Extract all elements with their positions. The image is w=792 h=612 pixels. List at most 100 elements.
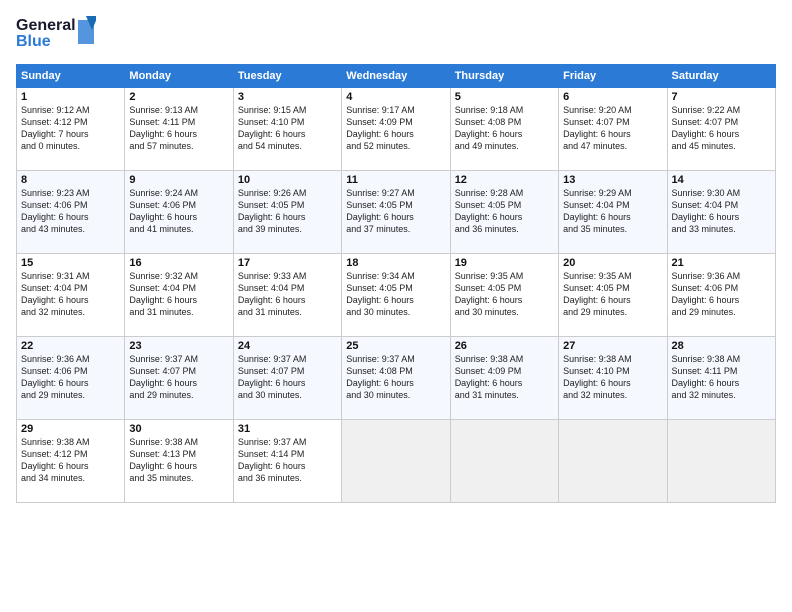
day-info: Sunrise: 9:17 AM Sunset: 4:09 PM Dayligh… (346, 104, 445, 153)
calendar-cell: 19Sunrise: 9:35 AM Sunset: 4:05 PM Dayli… (450, 254, 558, 337)
calendar-cell: 22Sunrise: 9:36 AM Sunset: 4:06 PM Dayli… (17, 337, 125, 420)
calendar-table: SundayMondayTuesdayWednesdayThursdayFrid… (16, 64, 776, 503)
day-number: 24 (238, 340, 337, 352)
calendar-cell: 30Sunrise: 9:38 AM Sunset: 4:13 PM Dayli… (125, 420, 233, 503)
day-number: 12 (455, 174, 554, 186)
calendar-cell (342, 420, 450, 503)
calendar-cell: 7Sunrise: 9:22 AM Sunset: 4:07 PM Daylig… (667, 88, 775, 171)
day-info: Sunrise: 9:38 AM Sunset: 4:10 PM Dayligh… (563, 353, 662, 402)
day-number: 31 (238, 423, 337, 435)
calendar-cell (559, 420, 667, 503)
day-number: 21 (672, 257, 771, 269)
day-info: Sunrise: 9:29 AM Sunset: 4:04 PM Dayligh… (563, 187, 662, 236)
day-info: Sunrise: 9:38 AM Sunset: 4:12 PM Dayligh… (21, 436, 120, 485)
weekday-header: Tuesday (233, 65, 341, 88)
day-number: 14 (672, 174, 771, 186)
day-info: Sunrise: 9:20 AM Sunset: 4:07 PM Dayligh… (563, 104, 662, 153)
day-number: 20 (563, 257, 662, 269)
weekday-header: Monday (125, 65, 233, 88)
day-number: 29 (21, 423, 120, 435)
calendar-cell: 11Sunrise: 9:27 AM Sunset: 4:05 PM Dayli… (342, 171, 450, 254)
weekday-header: Wednesday (342, 65, 450, 88)
day-info: Sunrise: 9:15 AM Sunset: 4:10 PM Dayligh… (238, 104, 337, 153)
logo: General Blue (16, 12, 96, 56)
calendar-cell: 5Sunrise: 9:18 AM Sunset: 4:08 PM Daylig… (450, 88, 558, 171)
calendar-cell: 16Sunrise: 9:32 AM Sunset: 4:04 PM Dayli… (125, 254, 233, 337)
day-info: Sunrise: 9:37 AM Sunset: 4:07 PM Dayligh… (238, 353, 337, 402)
weekday-header: Saturday (667, 65, 775, 88)
day-number: 28 (672, 340, 771, 352)
day-number: 26 (455, 340, 554, 352)
calendar-cell: 10Sunrise: 9:26 AM Sunset: 4:05 PM Dayli… (233, 171, 341, 254)
day-number: 23 (129, 340, 228, 352)
day-number: 9 (129, 174, 228, 186)
svg-text:Blue: Blue (16, 33, 51, 50)
calendar-cell: 28Sunrise: 9:38 AM Sunset: 4:11 PM Dayli… (667, 337, 775, 420)
calendar-cell: 3Sunrise: 9:15 AM Sunset: 4:10 PM Daylig… (233, 88, 341, 171)
day-number: 27 (563, 340, 662, 352)
day-info: Sunrise: 9:37 AM Sunset: 4:07 PM Dayligh… (129, 353, 228, 402)
calendar-cell: 24Sunrise: 9:37 AM Sunset: 4:07 PM Dayli… (233, 337, 341, 420)
calendar-cell: 4Sunrise: 9:17 AM Sunset: 4:09 PM Daylig… (342, 88, 450, 171)
day-info: Sunrise: 9:32 AM Sunset: 4:04 PM Dayligh… (129, 270, 228, 319)
day-info: Sunrise: 9:38 AM Sunset: 4:11 PM Dayligh… (672, 353, 771, 402)
day-number: 6 (563, 91, 662, 103)
day-info: Sunrise: 9:27 AM Sunset: 4:05 PM Dayligh… (346, 187, 445, 236)
day-number: 4 (346, 91, 445, 103)
day-info: Sunrise: 9:26 AM Sunset: 4:05 PM Dayligh… (238, 187, 337, 236)
day-info: Sunrise: 9:37 AM Sunset: 4:14 PM Dayligh… (238, 436, 337, 485)
calendar-cell: 9Sunrise: 9:24 AM Sunset: 4:06 PM Daylig… (125, 171, 233, 254)
day-number: 10 (238, 174, 337, 186)
day-number: 17 (238, 257, 337, 269)
calendar-cell: 14Sunrise: 9:30 AM Sunset: 4:04 PM Dayli… (667, 171, 775, 254)
calendar-cell: 18Sunrise: 9:34 AM Sunset: 4:05 PM Dayli… (342, 254, 450, 337)
calendar-cell: 26Sunrise: 9:38 AM Sunset: 4:09 PM Dayli… (450, 337, 558, 420)
day-info: Sunrise: 9:33 AM Sunset: 4:04 PM Dayligh… (238, 270, 337, 319)
day-number: 15 (21, 257, 120, 269)
weekday-header: Thursday (450, 65, 558, 88)
day-info: Sunrise: 9:22 AM Sunset: 4:07 PM Dayligh… (672, 104, 771, 153)
weekday-header: Friday (559, 65, 667, 88)
day-info: Sunrise: 9:38 AM Sunset: 4:09 PM Dayligh… (455, 353, 554, 402)
calendar-cell: 1Sunrise: 9:12 AM Sunset: 4:12 PM Daylig… (17, 88, 125, 171)
day-number: 8 (21, 174, 120, 186)
day-info: Sunrise: 9:35 AM Sunset: 4:05 PM Dayligh… (455, 270, 554, 319)
calendar-cell: 20Sunrise: 9:35 AM Sunset: 4:05 PM Dayli… (559, 254, 667, 337)
calendar-cell: 31Sunrise: 9:37 AM Sunset: 4:14 PM Dayli… (233, 420, 341, 503)
day-info: Sunrise: 9:35 AM Sunset: 4:05 PM Dayligh… (563, 270, 662, 319)
day-info: Sunrise: 9:18 AM Sunset: 4:08 PM Dayligh… (455, 104, 554, 153)
calendar-cell: 27Sunrise: 9:38 AM Sunset: 4:10 PM Dayli… (559, 337, 667, 420)
weekday-header: Sunday (17, 65, 125, 88)
day-number: 13 (563, 174, 662, 186)
day-info: Sunrise: 9:24 AM Sunset: 4:06 PM Dayligh… (129, 187, 228, 236)
calendar-header: SundayMondayTuesdayWednesdayThursdayFrid… (17, 65, 776, 88)
day-info: Sunrise: 9:13 AM Sunset: 4:11 PM Dayligh… (129, 104, 228, 153)
calendar-cell (450, 420, 558, 503)
calendar-cell: 21Sunrise: 9:36 AM Sunset: 4:06 PM Dayli… (667, 254, 775, 337)
calendar-cell: 8Sunrise: 9:23 AM Sunset: 4:06 PM Daylig… (17, 171, 125, 254)
day-info: Sunrise: 9:28 AM Sunset: 4:05 PM Dayligh… (455, 187, 554, 236)
day-info: Sunrise: 9:31 AM Sunset: 4:04 PM Dayligh… (21, 270, 120, 319)
calendar-cell: 23Sunrise: 9:37 AM Sunset: 4:07 PM Dayli… (125, 337, 233, 420)
day-number: 25 (346, 340, 445, 352)
calendar-cell: 12Sunrise: 9:28 AM Sunset: 4:05 PM Dayli… (450, 171, 558, 254)
day-number: 3 (238, 91, 337, 103)
logo-icon: General Blue (16, 12, 96, 56)
day-number: 1 (21, 91, 120, 103)
calendar-cell (667, 420, 775, 503)
day-info: Sunrise: 9:12 AM Sunset: 4:12 PM Dayligh… (21, 104, 120, 153)
day-info: Sunrise: 9:23 AM Sunset: 4:06 PM Dayligh… (21, 187, 120, 236)
day-number: 22 (21, 340, 120, 352)
day-info: Sunrise: 9:34 AM Sunset: 4:05 PM Dayligh… (346, 270, 445, 319)
day-number: 2 (129, 91, 228, 103)
day-info: Sunrise: 9:37 AM Sunset: 4:08 PM Dayligh… (346, 353, 445, 402)
day-number: 19 (455, 257, 554, 269)
svg-text:General: General (16, 17, 76, 34)
calendar-cell: 29Sunrise: 9:38 AM Sunset: 4:12 PM Dayli… (17, 420, 125, 503)
day-info: Sunrise: 9:36 AM Sunset: 4:06 PM Dayligh… (672, 270, 771, 319)
day-number: 30 (129, 423, 228, 435)
calendar-cell: 2Sunrise: 9:13 AM Sunset: 4:11 PM Daylig… (125, 88, 233, 171)
calendar-cell: 17Sunrise: 9:33 AM Sunset: 4:04 PM Dayli… (233, 254, 341, 337)
calendar-cell: 6Sunrise: 9:20 AM Sunset: 4:07 PM Daylig… (559, 88, 667, 171)
page-header: General Blue (16, 12, 776, 56)
